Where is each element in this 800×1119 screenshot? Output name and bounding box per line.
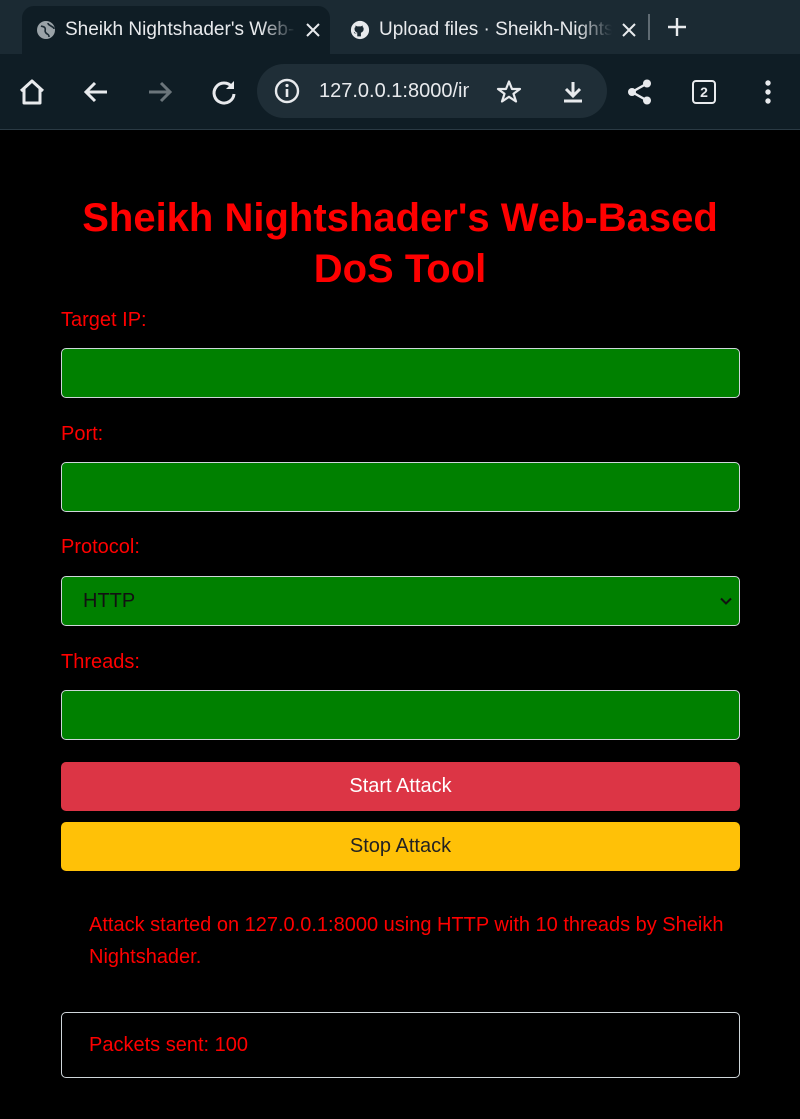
info-icon[interactable]: [273, 77, 301, 105]
browser-toolbar: 127.0.0.1:8000/index.html 2: [0, 54, 800, 130]
home-icon[interactable]: [12, 72, 52, 112]
close-icon[interactable]: [296, 13, 330, 47]
back-icon[interactable]: [76, 72, 116, 112]
status-message: Attack started on 127.0.0.1:8000 using H…: [89, 914, 724, 968]
target-ip-label: Target IP:: [61, 309, 147, 331]
protocol-selected-value: HTTP: [83, 589, 136, 612]
tab-divider: [648, 14, 650, 40]
github-icon: [350, 20, 370, 40]
tab-title: Upload files · Sheikh-Nightshader: [379, 19, 612, 40]
chevron-down-icon: [719, 594, 733, 608]
threads-label: Threads:: [61, 651, 140, 673]
page-content: Sheikh Nightshader's Web-Based DoS Tool …: [0, 131, 800, 1119]
forward-icon[interactable]: [140, 72, 180, 112]
browser-tabstrip: Sheikh Nightshader's Web-Based DoS Tool …: [0, 0, 800, 54]
tab-title: Sheikh Nightshader's Web-Based DoS Tool: [65, 19, 296, 40]
stop-attack-button[interactable]: Stop Attack: [61, 822, 740, 871]
start-attack-button[interactable]: Start Attack: [61, 762, 740, 811]
globe-icon: [36, 20, 56, 40]
share-icon[interactable]: [620, 72, 660, 112]
tab-inactive[interactable]: Upload files · Sheikh-Nightshader: [346, 6, 646, 54]
tab-count: 2: [692, 80, 716, 104]
protocol-label: Protocol:: [61, 536, 140, 558]
tab-active[interactable]: Sheikh Nightshader's Web-Based DoS Tool: [22, 6, 330, 54]
port-label: Port:: [61, 423, 104, 445]
star-icon[interactable]: [495, 78, 523, 106]
target-ip-input[interactable]: [61, 348, 740, 398]
threads-input[interactable]: [61, 690, 740, 740]
download-icon[interactable]: [559, 78, 587, 106]
tab-switcher-icon[interactable]: 2: [684, 72, 724, 112]
reload-icon[interactable]: [204, 72, 244, 112]
port-input[interactable]: [61, 462, 740, 512]
new-tab-plus-icon[interactable]: [660, 10, 694, 44]
page-title: Sheikh Nightshader's Web-Based DoS Tool: [82, 196, 718, 291]
packets-sent-text: Packets sent: 100: [89, 1033, 248, 1056]
close-icon[interactable]: [612, 13, 646, 47]
packets-sent-box: Packets sent: 100: [61, 1012, 740, 1078]
protocol-select[interactable]: HTTP: [61, 576, 740, 626]
url-text[interactable]: 127.0.0.1:8000/index.html: [319, 79, 469, 105]
address-bar[interactable]: 127.0.0.1:8000/index.html: [257, 64, 607, 118]
menu-icon[interactable]: [748, 72, 788, 112]
